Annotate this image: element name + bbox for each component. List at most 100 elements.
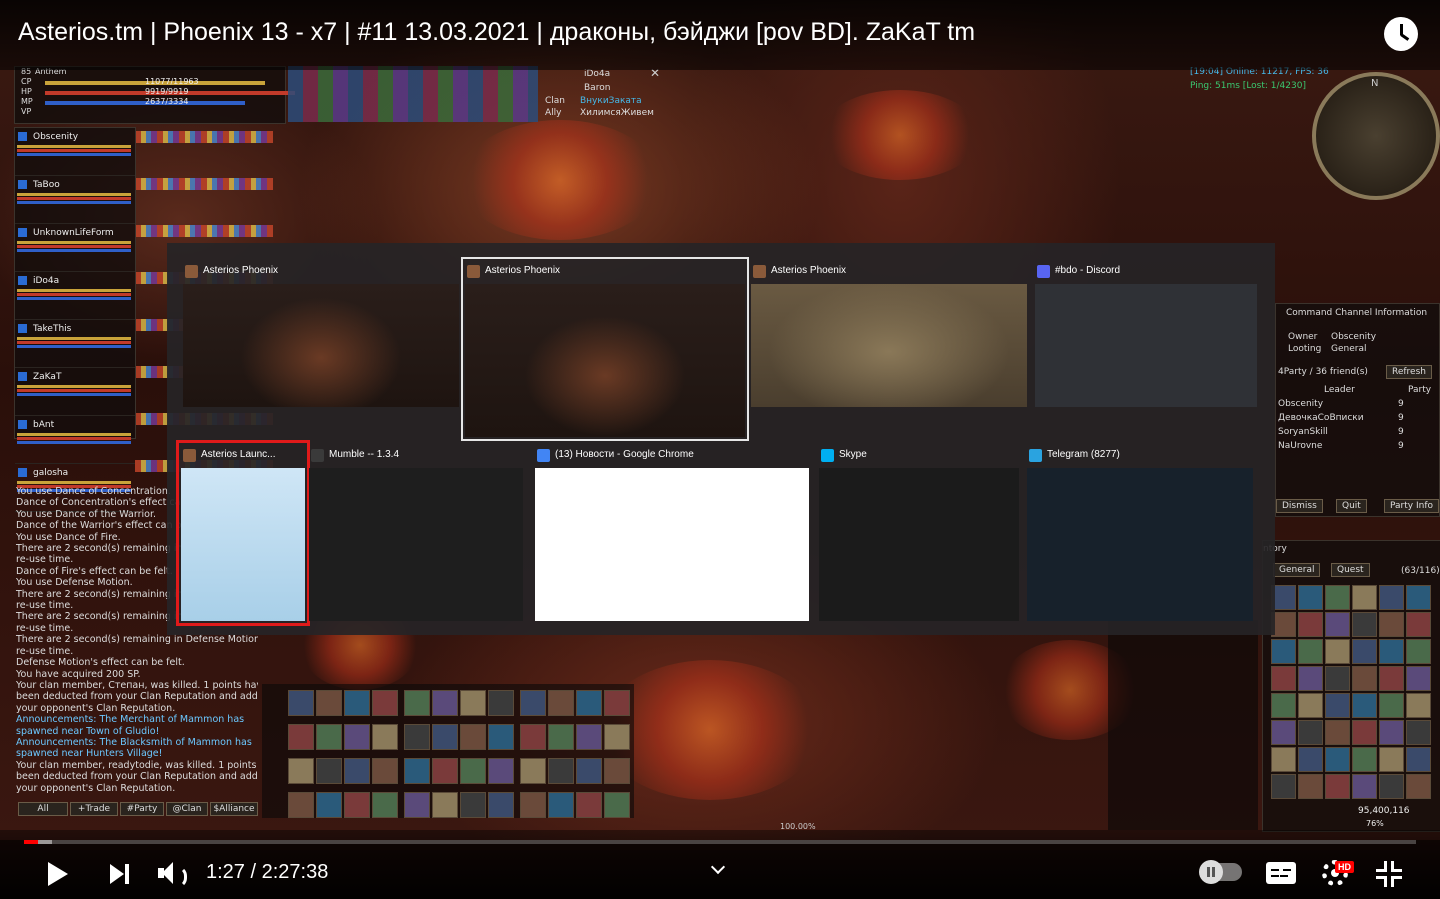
switcher-window[interactable]: (13) Новости - Google Chrome	[535, 445, 809, 621]
switcher-window[interactable]: Skype	[819, 445, 1019, 621]
inventory-slot[interactable]	[1325, 774, 1350, 799]
subtitles-icon[interactable]	[1266, 862, 1296, 884]
party-member[interactable]: bAnt	[15, 416, 135, 464]
skill-slot[interactable]	[488, 792, 514, 818]
skill-slot[interactable]	[460, 758, 486, 784]
inventory-slot[interactable]	[1271, 693, 1296, 718]
inventory-slot[interactable]	[1325, 693, 1350, 718]
next-video-icon[interactable]	[108, 862, 132, 886]
video-title[interactable]: Asterios.tm | Phoenix 13 - x7 | #11 13.0…	[18, 18, 975, 47]
inventory-slot[interactable]	[1298, 666, 1323, 691]
switcher-window[interactable]: Asterios Phoenix	[751, 261, 1027, 407]
inventory-slot[interactable]	[1352, 693, 1377, 718]
skill-slot[interactable]	[548, 724, 574, 750]
skill-slot[interactable]	[576, 792, 602, 818]
party-member[interactable]: ZaKaT	[15, 368, 135, 416]
skill-slot[interactable]	[372, 724, 398, 750]
skill-slot[interactable]	[604, 690, 630, 716]
skill-slot[interactable]	[288, 792, 314, 818]
inventory-slot[interactable]	[1271, 639, 1296, 664]
skill-slot[interactable]	[316, 724, 342, 750]
inventory-slot[interactable]	[1379, 747, 1404, 772]
skill-slot[interactable]	[488, 758, 514, 784]
skill-slot[interactable]	[344, 724, 370, 750]
video-player[interactable]: 85 Anthem CP 11077/11963 HP 9919/9919 MP 263…	[0, 0, 1440, 899]
skill-slot[interactable]	[404, 690, 430, 716]
inventory-slot[interactable]	[1352, 585, 1377, 610]
refresh-button[interactable]: Refresh	[1386, 365, 1432, 379]
skill-slot[interactable]	[520, 690, 546, 716]
inventory-slot[interactable]	[1325, 747, 1350, 772]
inventory-slot[interactable]	[1352, 747, 1377, 772]
autoplay-toggle[interactable]	[1199, 860, 1242, 884]
skill-slot[interactable]	[404, 758, 430, 784]
skill-slot[interactable]	[548, 690, 574, 716]
inventory-slot[interactable]	[1379, 693, 1404, 718]
chat-tab[interactable]: #Party	[120, 802, 164, 816]
inventory-slot[interactable]	[1406, 747, 1431, 772]
skill-slot[interactable]	[372, 690, 398, 716]
skill-slot[interactable]	[576, 758, 602, 784]
skill-slot[interactable]	[288, 690, 314, 716]
skill-slot[interactable]	[344, 690, 370, 716]
skill-slot[interactable]	[372, 758, 398, 784]
skill-slot[interactable]	[520, 724, 546, 750]
inventory-slot[interactable]	[1379, 720, 1404, 745]
inventory-slot[interactable]	[1406, 585, 1431, 610]
party-member[interactable]: TaBoo	[15, 176, 135, 224]
chevron-down-icon[interactable]	[711, 862, 727, 878]
dismiss-button[interactable]: Dismiss	[1276, 499, 1323, 513]
skill-slot[interactable]	[460, 724, 486, 750]
skill-slot[interactable]	[404, 724, 430, 750]
inventory-slot[interactable]	[1352, 774, 1377, 799]
target-window[interactable]: iDo4a ✕ Baron Clan ВнукиЗаката Ally Хили…	[540, 66, 662, 120]
switcher-window[interactable]: Telegram (8277)	[1027, 445, 1253, 621]
skill-slot[interactable]	[604, 792, 630, 818]
minimap[interactable]: N	[1312, 72, 1440, 200]
inventory-slot[interactable]	[1325, 720, 1350, 745]
chat-tab[interactable]: @Clan	[166, 802, 208, 816]
inventory-slot[interactable]	[1352, 666, 1377, 691]
party-member[interactable]: TakeThis	[15, 320, 135, 368]
inventory-slot[interactable]	[1406, 639, 1431, 664]
chat-tab[interactable]: +Trade	[70, 802, 118, 816]
tab-general[interactable]: General	[1273, 563, 1321, 577]
skill-slot[interactable]	[344, 758, 370, 784]
inventory-slot[interactable]	[1271, 774, 1296, 799]
inventory-slot[interactable]	[1406, 666, 1431, 691]
inventory-slot[interactable]	[1379, 612, 1404, 637]
skill-slot[interactable]	[604, 758, 630, 784]
inventory-slot[interactable]	[1271, 666, 1296, 691]
skill-slot[interactable]	[460, 690, 486, 716]
play-icon[interactable]	[44, 860, 72, 888]
inventory-slot[interactable]	[1379, 774, 1404, 799]
skill-slot[interactable]	[316, 758, 342, 784]
switcher-window[interactable]: Asterios Phoenix	[183, 261, 459, 407]
skill-slot[interactable]	[432, 758, 458, 784]
skill-slot[interactable]	[488, 690, 514, 716]
skill-slot[interactable]	[288, 724, 314, 750]
inventory-slot[interactable]	[1271, 720, 1296, 745]
inventory-slot[interactable]	[1406, 774, 1431, 799]
chat-tab[interactable]: $Alliance	[210, 802, 258, 816]
skill-slot[interactable]	[316, 690, 342, 716]
inventory-slot[interactable]	[1271, 747, 1296, 772]
skill-slot[interactable]	[288, 758, 314, 784]
skill-slot[interactable]	[432, 690, 458, 716]
skill-slot[interactable]	[404, 792, 430, 818]
skill-slot[interactable]	[432, 792, 458, 818]
inventory-slot[interactable]	[1406, 720, 1431, 745]
inventory-slot[interactable]	[1352, 639, 1377, 664]
party-member[interactable]: Obscenity	[15, 128, 135, 176]
inventory-slot[interactable]	[1298, 612, 1323, 637]
inventory-slot[interactable]	[1325, 639, 1350, 664]
inventory-slot[interactable]	[1406, 693, 1431, 718]
skill-slot[interactable]	[604, 724, 630, 750]
skill-slot[interactable]	[576, 690, 602, 716]
switcher-window[interactable]: Asterios Phoenix	[461, 257, 749, 441]
quit-button[interactable]: Quit	[1336, 499, 1367, 513]
skill-slot[interactable]	[576, 724, 602, 750]
skill-slot[interactable]	[316, 792, 342, 818]
progress-bar[interactable]	[24, 840, 1416, 844]
skill-slot[interactable]	[460, 792, 486, 818]
